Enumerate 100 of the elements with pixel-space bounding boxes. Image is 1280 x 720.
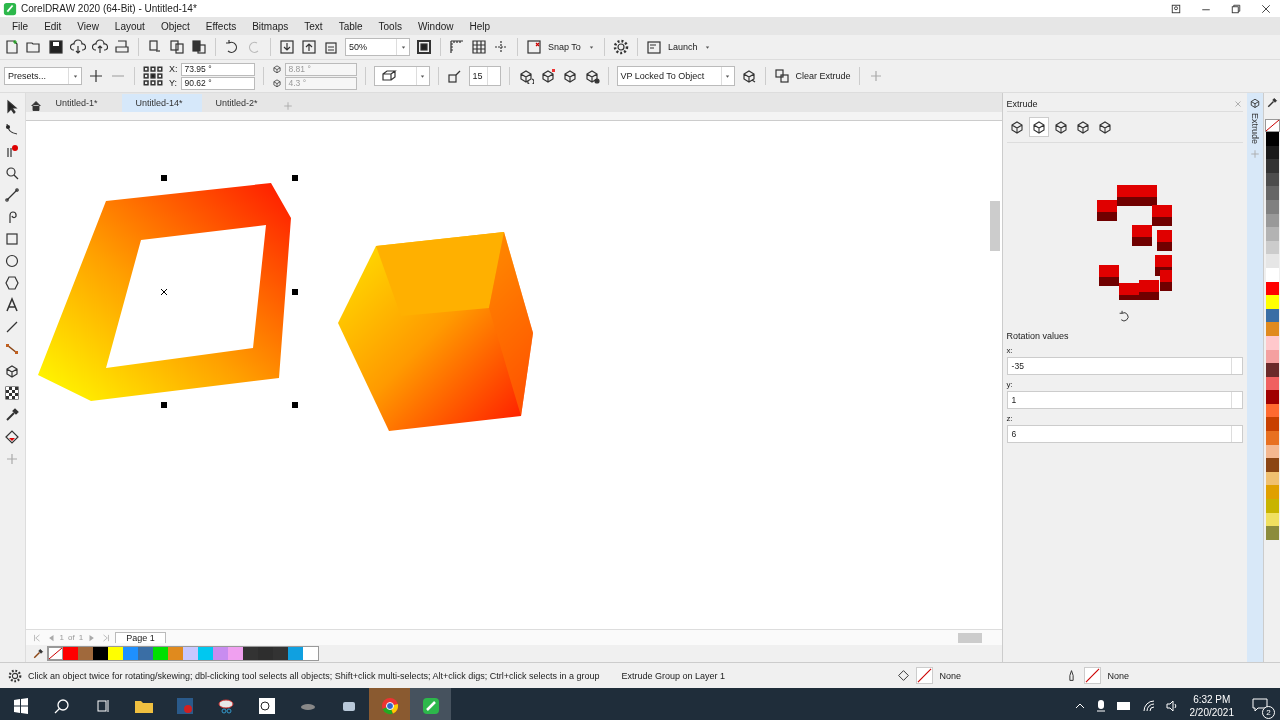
menu-item[interactable]: Bitmaps (244, 20, 297, 32)
import-icon[interactable] (279, 39, 295, 55)
restore-icon[interactable] (1230, 2, 1242, 15)
cloud-download-icon[interactable] (70, 39, 86, 55)
color-swatch[interactable] (1265, 417, 1279, 432)
no-color-swatch[interactable] (1264, 119, 1280, 132)
docker-tab[interactable]: Extrude (1249, 113, 1260, 145)
save-icon[interactable] (48, 39, 64, 55)
vanishing-point-dropdown[interactable]: VP Locked To Object (616, 66, 735, 86)
battery-icon[interactable] (1115, 700, 1132, 711)
eyedropper-tool-icon[interactable] (4, 407, 21, 423)
eyedropper-icon[interactable] (1266, 97, 1279, 109)
menu-item[interactable]: Help (461, 20, 499, 32)
menu-item[interactable]: Window (409, 20, 462, 32)
pdf-icon[interactable] (323, 39, 339, 55)
notifications-icon[interactable] (1252, 697, 1268, 712)
account-icon[interactable] (1170, 2, 1182, 15)
settings-icon[interactable] (8, 668, 22, 683)
color-icon[interactable] (539, 68, 556, 84)
x-field[interactable]: 73.95 ° (180, 62, 255, 76)
selection-handle[interactable] (160, 175, 167, 181)
color-swatch[interactable] (1265, 186, 1279, 200)
menu-item[interactable]: Tools (370, 20, 410, 32)
depth-field[interactable]: 15 (468, 66, 501, 86)
color-swatch[interactable] (1265, 132, 1279, 146)
menu-item[interactable]: Edit (36, 20, 70, 32)
color-swatch[interactable] (1265, 390, 1279, 404)
microphone-icon[interactable] (1095, 698, 1106, 713)
text-tool-icon[interactable] (4, 297, 21, 313)
open-folder-icon[interactable] (26, 39, 42, 55)
menu-item[interactable]: View (69, 20, 107, 32)
reset-rotation-icon[interactable] (1118, 310, 1132, 323)
selection-handle[interactable] (291, 402, 298, 408)
fill-icon[interactable] (897, 669, 911, 682)
menu-item[interactable]: Layout (106, 20, 153, 32)
freehand-tool-icon[interactable] (4, 187, 21, 203)
pick-tool-icon[interactable] (4, 99, 21, 115)
clear-extrude-icon[interactable] (773, 68, 790, 84)
color-swatch[interactable] (1265, 254, 1279, 268)
vertical-scrollbar[interactable] (989, 201, 1000, 251)
export-icon[interactable] (301, 39, 317, 55)
color-swatch[interactable] (1265, 499, 1279, 513)
copy-icon[interactable] (169, 39, 185, 55)
grid-icon[interactable] (471, 39, 487, 55)
bevel-icon[interactable] (561, 68, 578, 84)
home-icon[interactable] (29, 100, 42, 112)
fill-tool-icon[interactable] (4, 429, 21, 445)
color-swatch[interactable] (1265, 159, 1279, 173)
selection-handle[interactable] (160, 402, 167, 408)
color-swatch[interactable] (1265, 526, 1279, 540)
transparency-tool-icon[interactable] (4, 385, 21, 401)
task-view-icon[interactable] (94, 697, 111, 714)
zoom-fit-icon[interactable] (416, 39, 432, 55)
window-icon[interactable] (645, 39, 662, 55)
close-icon[interactable] (1260, 2, 1272, 15)
document-tab[interactable]: Untitled-14* (121, 94, 202, 112)
rectangle-tool-icon[interactable] (4, 231, 21, 247)
menu-item[interactable]: Effects (197, 20, 245, 32)
extrude-mode-button[interactable] (1028, 117, 1049, 137)
browser-taskbar-icon[interactable] (369, 688, 410, 720)
search-icon[interactable] (53, 697, 70, 714)
add-preset-icon[interactable] (88, 68, 104, 84)
menu-item[interactable]: Table (330, 20, 371, 32)
depth-icon[interactable] (446, 68, 463, 84)
polygon-tool-icon[interactable] (4, 275, 21, 291)
rotation-field[interactable]: -35 (1006, 357, 1243, 375)
crop-tool-icon[interactable] (4, 143, 21, 159)
lighting-icon[interactable] (583, 68, 600, 84)
vp-copy-icon[interactable] (740, 68, 757, 84)
cloud-upload-icon[interactable] (92, 39, 108, 55)
horizontal-scrollbar[interactable] (957, 632, 982, 643)
reference-point-icon[interactable] (143, 66, 163, 86)
clear-extrude-button[interactable]: Clear Extrude (795, 71, 851, 81)
menu-item[interactable]: Object (152, 20, 198, 32)
color-swatch[interactable] (1265, 227, 1279, 241)
wifi-icon[interactable] (1141, 699, 1156, 712)
extrusion-type-dropdown[interactable] (373, 66, 430, 86)
rotation-field[interactable]: 6 (1006, 425, 1243, 443)
launch-dropdown[interactable]: Launch (667, 42, 698, 52)
windows-start-icon[interactable] (12, 697, 29, 714)
extrude-tool-icon[interactable] (4, 363, 21, 379)
undo-icon[interactable] (224, 39, 240, 55)
presets-dropdown[interactable]: Presets... (4, 67, 82, 85)
snap-to-dropdown[interactable]: Snap To (548, 42, 581, 52)
selection-handle[interactable] (291, 289, 298, 295)
color-swatch[interactable] (1265, 458, 1279, 472)
eyedropper-icon[interactable] (31, 647, 44, 660)
color-swatch[interactable] (1265, 431, 1279, 445)
color-swatch[interactable] (1265, 322, 1279, 336)
print-icon[interactable] (114, 39, 130, 55)
no-color-swatch[interactable] (47, 647, 63, 660)
page-tab[interactable]: Page 1 (115, 632, 166, 643)
extrude-icon[interactable] (1248, 97, 1261, 109)
y-field[interactable]: 90.62 ° (180, 76, 255, 90)
ellipse-tool-icon[interactable] (4, 253, 21, 269)
color-swatch[interactable] (1265, 295, 1279, 309)
clock-time[interactable]: 6:32 PM (1193, 693, 1231, 705)
color-swatch[interactable] (1265, 485, 1279, 500)
connector-tool-icon[interactable] (4, 341, 21, 357)
cut-icon[interactable] (147, 39, 163, 55)
